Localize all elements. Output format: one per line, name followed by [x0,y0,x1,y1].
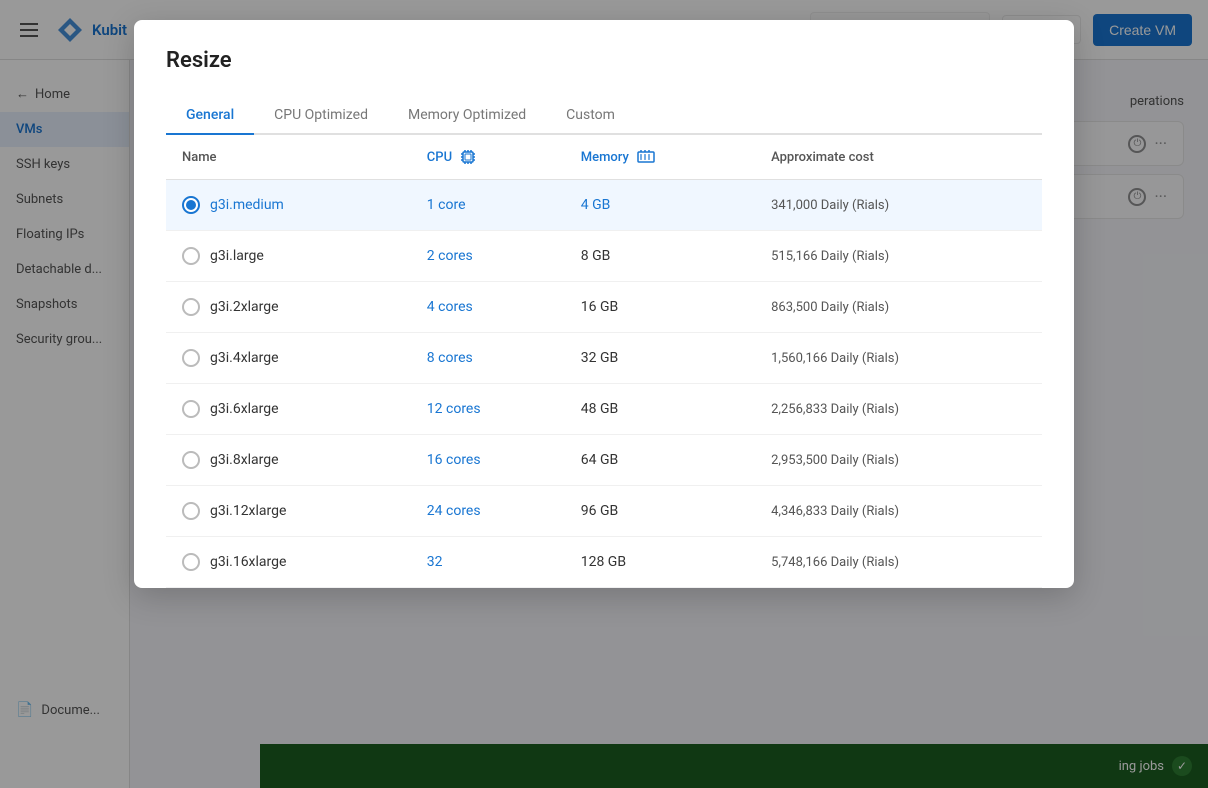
cell-cost-6: 4,346,833 Daily (Rials) [755,486,1042,537]
cell-memory-4: 48 GB [565,384,755,435]
vm-name-5: g3i.8xlarge [210,452,279,468]
modal-title: Resize [166,48,1042,73]
radio-button-4[interactable] [182,400,200,418]
resize-modal: Resize General CPU Optimized Memory Opti… [134,20,1074,588]
cell-memory-5: 64 GB [565,435,755,486]
cell-cost-7: 5,748,166 Daily (Rials) [755,537,1042,588]
cell-cost-2: 863,500 Daily (Rials) [755,282,1042,333]
vm-name-4: g3i.6xlarge [210,401,279,417]
cell-cost-4: 2,256,833 Daily (Rials) [755,384,1042,435]
vm-name-7: g3i.16xlarge [210,554,286,570]
cell-cpu-5: 16 cores [411,435,565,486]
table-row[interactable]: g3i.2xlarge 4 cores 16 GB 863,500 Daily … [166,282,1042,333]
cell-cpu-3: 8 cores [411,333,565,384]
cell-cpu-7: 32 [411,537,565,588]
table-body: g3i.medium 1 core 4 GB 341,000 Daily (Ri… [166,180,1042,588]
table-header-row: Name CPU [166,135,1042,180]
cell-cost-1: 515,166 Daily (Rials) [755,231,1042,282]
vm-name-1: g3i.large [210,248,264,264]
cell-memory-7: 128 GB [565,537,755,588]
cell-name-3[interactable]: g3i.4xlarge [166,333,411,384]
cell-cost-3: 1,560,166 Daily (Rials) [755,333,1042,384]
resize-table: Name CPU [166,135,1042,588]
cell-name-0[interactable]: g3i.medium [166,180,411,231]
cell-cpu-1: 2 cores [411,231,565,282]
cell-cpu-0: 1 core [411,180,565,231]
table-row[interactable]: g3i.12xlarge 24 cores 96 GB 4,346,833 Da… [166,486,1042,537]
cell-memory-2: 16 GB [565,282,755,333]
cell-cost-5: 2,953,500 Daily (Rials) [755,435,1042,486]
cell-name-4[interactable]: g3i.6xlarge [166,384,411,435]
table-row[interactable]: g3i.large 2 cores 8 GB 515,166 Daily (Ri… [166,231,1042,282]
cell-name-5[interactable]: g3i.8xlarge [166,435,411,486]
cell-cpu-2: 4 cores [411,282,565,333]
radio-button-3[interactable] [182,349,200,367]
radio-button-2[interactable] [182,298,200,316]
table-row[interactable]: g3i.6xlarge 12 cores 48 GB 2,256,833 Dai… [166,384,1042,435]
cell-memory-6: 96 GB [565,486,755,537]
table-row[interactable]: g3i.medium 1 core 4 GB 341,000 Daily (Ri… [166,180,1042,231]
tab-memory-optimized[interactable]: Memory Optimized [388,97,546,135]
table-row[interactable]: g3i.4xlarge 8 cores 32 GB 1,560,166 Dail… [166,333,1042,384]
vm-name-2: g3i.2xlarge [210,299,279,315]
vm-name-6: g3i.12xlarge [210,503,286,519]
radio-button-6[interactable] [182,502,200,520]
radio-button-0[interactable] [182,196,200,214]
resize-table-container[interactable]: Name CPU [166,135,1042,588]
cell-name-1[interactable]: g3i.large [166,231,411,282]
table-row[interactable]: g3i.8xlarge 16 cores 64 GB 2,953,500 Dai… [166,435,1042,486]
radio-button-1[interactable] [182,247,200,265]
modal-tabs: General CPU Optimized Memory Optimized C… [166,97,1042,135]
cell-name-7[interactable]: g3i.16xlarge [166,537,411,588]
radio-button-5[interactable] [182,451,200,469]
cell-name-6[interactable]: g3i.12xlarge [166,486,411,537]
cell-cpu-4: 12 cores [411,384,565,435]
col-memory: Memory [565,135,755,180]
col-cpu: CPU [411,135,565,180]
col-name: Name [166,135,411,180]
col-cost: Approximate cost [755,135,1042,180]
table-row[interactable]: g3i.16xlarge 32 128 GB 5,748,166 Daily (… [166,537,1042,588]
tab-cpu-optimized[interactable]: CPU Optimized [254,97,388,135]
tab-general[interactable]: General [166,97,254,135]
cell-name-2[interactable]: g3i.2xlarge [166,282,411,333]
cell-memory-3: 32 GB [565,333,755,384]
cell-memory-0: 4 GB [565,180,755,231]
memory-icon [637,150,655,164]
vm-name-0: g3i.medium [210,197,284,213]
radio-button-7[interactable] [182,553,200,571]
cell-memory-1: 8 GB [565,231,755,282]
cell-cost-0: 341,000 Daily (Rials) [755,180,1042,231]
tab-custom[interactable]: Custom [546,97,635,135]
vm-name-3: g3i.4xlarge [210,350,279,366]
cpu-icon [460,149,476,165]
cell-cpu-6: 24 cores [411,486,565,537]
